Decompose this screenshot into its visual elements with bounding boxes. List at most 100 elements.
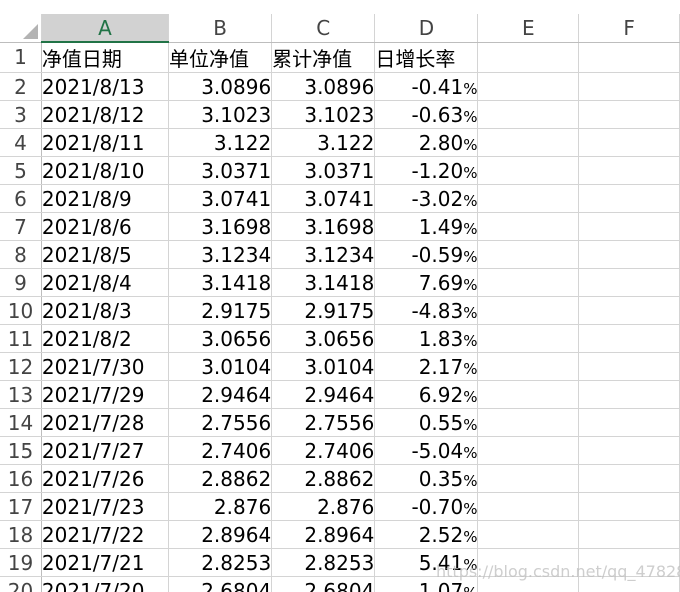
cell-date[interactable]: 2021/8/3 <box>41 296 170 325</box>
cell-date[interactable]: 2021/8/13 <box>41 72 170 101</box>
empty-cell[interactable] <box>477 42 580 73</box>
cell-daily-growth[interactable]: 0.35% <box>374 464 479 493</box>
cell-cumulative-nav[interactable]: 2.8862 <box>271 464 376 493</box>
cell-unit-nav[interactable]: 3.122 <box>168 128 273 157</box>
empty-cell[interactable] <box>578 408 680 437</box>
cell-date[interactable]: 2021/7/26 <box>41 464 170 493</box>
empty-cell[interactable] <box>578 156 680 185</box>
cell-date[interactable]: 2021/8/6 <box>41 212 170 241</box>
cell-cumulative-nav[interactable]: 2.6804 <box>271 576 376 592</box>
cell-header-date[interactable]: 净值日期 <box>41 42 170 73</box>
empty-cell[interactable] <box>477 464 580 493</box>
cell-cumulative-nav[interactable]: 2.7406 <box>271 436 376 465</box>
empty-cell[interactable] <box>578 576 680 592</box>
cell-unit-nav[interactable]: 3.0656 <box>168 324 273 353</box>
empty-cell[interactable] <box>477 128 580 157</box>
empty-cell[interactable] <box>477 72 580 101</box>
cell-cumulative-nav[interactable]: 2.8253 <box>271 548 376 577</box>
cell-cumulative-nav[interactable]: 3.0656 <box>271 324 376 353</box>
empty-cell[interactable] <box>477 100 580 129</box>
cell-daily-growth[interactable]: 2.80% <box>374 128 479 157</box>
cell-cumulative-nav[interactable]: 3.0896 <box>271 72 376 101</box>
cell-unit-nav[interactable]: 2.8253 <box>168 548 273 577</box>
cell-unit-nav[interactable]: 2.7406 <box>168 436 273 465</box>
cell-cumulative-nav[interactable]: 3.0104 <box>271 352 376 381</box>
empty-cell[interactable] <box>477 436 580 465</box>
cell-unit-nav[interactable]: 2.8964 <box>168 520 273 549</box>
empty-cell[interactable] <box>477 212 580 241</box>
cell-unit-nav[interactable]: 3.1023 <box>168 100 273 129</box>
empty-cell[interactable] <box>578 100 680 129</box>
cell-date[interactable]: 2021/7/29 <box>41 380 170 409</box>
column-header-a[interactable]: A <box>41 14 170 43</box>
cell-cumulative-nav[interactable]: 3.0371 <box>271 156 376 185</box>
row-header[interactable]: 4 <box>0 128 42 157</box>
cell-cumulative-nav[interactable]: 3.1698 <box>271 212 376 241</box>
cell-date[interactable]: 2021/7/20 <box>41 576 170 592</box>
row-header[interactable]: 20 <box>0 576 42 592</box>
cell-cumulative-nav[interactable]: 3.0741 <box>271 184 376 213</box>
empty-cell[interactable] <box>477 492 580 521</box>
empty-cell[interactable] <box>578 324 680 353</box>
empty-cell[interactable] <box>477 576 580 592</box>
cell-daily-growth[interactable]: 1.83% <box>374 324 479 353</box>
row-header[interactable]: 14 <box>0 408 42 437</box>
cell-cumulative-nav[interactable]: 3.1418 <box>271 268 376 297</box>
empty-cell[interactable] <box>578 380 680 409</box>
cell-date[interactable]: 2021/7/27 <box>41 436 170 465</box>
cell-unit-nav[interactable]: 3.0371 <box>168 156 273 185</box>
cell-daily-growth[interactable]: -3.02% <box>374 184 479 213</box>
row-header[interactable]: 18 <box>0 520 42 549</box>
empty-cell[interactable] <box>578 464 680 493</box>
empty-cell[interactable] <box>578 492 680 521</box>
row-header[interactable]: 12 <box>0 352 42 381</box>
empty-cell[interactable] <box>477 268 580 297</box>
cell-unit-nav[interactable]: 2.7556 <box>168 408 273 437</box>
row-header[interactable]: 1 <box>0 42 42 73</box>
cell-daily-growth[interactable]: 1.49% <box>374 212 479 241</box>
cell-daily-growth[interactable]: 0.55% <box>374 408 479 437</box>
row-header[interactable]: 5 <box>0 156 42 185</box>
cell-daily-growth[interactable]: 2.17% <box>374 352 479 381</box>
cell-date[interactable]: 2021/7/23 <box>41 492 170 521</box>
cell-date[interactable]: 2021/7/30 <box>41 352 170 381</box>
cell-cumulative-nav[interactable]: 3.1023 <box>271 100 376 129</box>
cell-unit-nav[interactable]: 3.1418 <box>168 268 273 297</box>
empty-cell[interactable] <box>578 268 680 297</box>
empty-cell[interactable] <box>578 548 680 577</box>
empty-cell[interactable] <box>477 352 580 381</box>
empty-cell[interactable] <box>477 380 580 409</box>
cell-daily-growth[interactable]: -0.70% <box>374 492 479 521</box>
cell-header-daily-growth[interactable]: 日增长率 <box>374 42 479 73</box>
cell-daily-growth[interactable]: -1.20% <box>374 156 479 185</box>
cell-date[interactable]: 2021/8/9 <box>41 184 170 213</box>
empty-cell[interactable] <box>578 296 680 325</box>
cell-daily-growth[interactable]: 2.52% <box>374 520 479 549</box>
column-header-c[interactable]: C <box>271 14 376 43</box>
empty-cell[interactable] <box>477 296 580 325</box>
cell-cumulative-nav[interactable]: 3.1234 <box>271 240 376 269</box>
cell-daily-growth[interactable]: -5.04% <box>374 436 479 465</box>
empty-cell[interactable] <box>578 436 680 465</box>
cell-unit-nav[interactable]: 3.0104 <box>168 352 273 381</box>
empty-cell[interactable] <box>578 520 680 549</box>
cell-date[interactable]: 2021/7/28 <box>41 408 170 437</box>
cell-date[interactable]: 2021/8/10 <box>41 156 170 185</box>
cell-unit-nav[interactable]: 3.0741 <box>168 184 273 213</box>
column-header-f[interactable]: F <box>578 14 680 43</box>
cell-date[interactable]: 2021/8/2 <box>41 324 170 353</box>
cell-cumulative-nav[interactable]: 3.122 <box>271 128 376 157</box>
cell-unit-nav[interactable]: 2.6804 <box>168 576 273 592</box>
cell-daily-growth[interactable]: -4.83% <box>374 296 479 325</box>
row-header[interactable]: 13 <box>0 380 42 409</box>
row-header[interactable]: 10 <box>0 296 42 325</box>
cell-cumulative-nav[interactable]: 2.7556 <box>271 408 376 437</box>
cell-cumulative-nav[interactable]: 2.9175 <box>271 296 376 325</box>
empty-cell[interactable] <box>477 520 580 549</box>
row-header[interactable]: 2 <box>0 72 42 101</box>
cell-date[interactable]: 2021/7/22 <box>41 520 170 549</box>
empty-cell[interactable] <box>477 240 580 269</box>
cell-cumulative-nav[interactable]: 2.9464 <box>271 380 376 409</box>
cell-daily-growth[interactable]: -0.41% <box>374 72 479 101</box>
row-header[interactable]: 3 <box>0 100 42 129</box>
